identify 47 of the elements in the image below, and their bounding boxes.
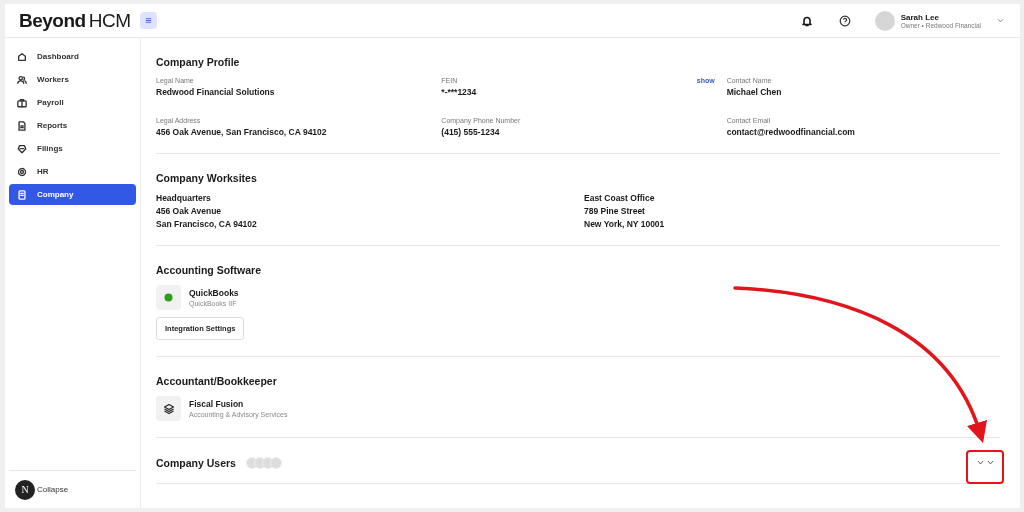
user-name: Sarah Lee xyxy=(900,12,940,22)
app-name: QuickBooks xyxy=(189,288,239,298)
address-line: 789 Pine Street xyxy=(584,206,646,216)
user-avatar xyxy=(245,456,258,469)
logo[interactable]: Beyond HCM xyxy=(19,9,131,32)
highlight-box xyxy=(966,450,1004,484)
address-line: East Coast Office xyxy=(584,193,656,203)
field-value: (415) 555-1234 xyxy=(441,127,501,137)
field-value: *-***1234 xyxy=(441,87,478,97)
collapse-link[interactable]: Collapse xyxy=(37,485,69,494)
nav-item[interactable]: Dashboard xyxy=(9,46,136,67)
section-title: Accounting Software xyxy=(156,264,262,276)
help-icon[interactable] xyxy=(838,14,851,27)
home-icon xyxy=(17,51,27,62)
menu-button[interactable] xyxy=(140,12,158,29)
address-line: 456 Oak Avenue xyxy=(156,206,223,216)
address-line: Headquarters xyxy=(156,193,212,203)
users-icon xyxy=(17,74,27,85)
dev-badge[interactable]: N xyxy=(15,479,35,500)
section-title: Company Users xyxy=(156,456,236,469)
bell-icon[interactable] xyxy=(800,14,813,27)
section-title: Company Worksites xyxy=(156,172,258,184)
nav-item[interactable]: HR xyxy=(9,161,136,182)
chevron-down-icon[interactable] xyxy=(997,18,1004,23)
field-value: contact@redwoodfinancial.com xyxy=(726,127,856,137)
section-title: Company Profile xyxy=(156,56,241,68)
nav-item[interactable]: Workers xyxy=(9,69,136,90)
gem-icon xyxy=(17,143,27,154)
nav-item[interactable]: Payroll xyxy=(9,92,136,113)
building-icon xyxy=(17,189,27,200)
layers-icon xyxy=(162,402,175,415)
briefcase-icon xyxy=(17,97,27,108)
address-line: New York, NY 10001 xyxy=(584,219,666,229)
document-icon xyxy=(17,120,27,131)
field-value: 456 Oak Avenue, San Francisco, CA 94102 xyxy=(156,127,328,137)
field-value: Michael Chen xyxy=(726,87,783,97)
nav-item[interactable]: Company xyxy=(9,184,136,205)
nav-item[interactable]: Filings xyxy=(9,138,136,159)
app-logo-icon xyxy=(164,293,173,302)
address-line: San Francisco, CA 94102 xyxy=(156,219,258,229)
field-value: Redwood Financial Solutions xyxy=(156,87,276,97)
settings-icon xyxy=(17,166,27,177)
nav-item[interactable]: Reports xyxy=(9,115,136,136)
avatar xyxy=(874,10,895,31)
menu-icon xyxy=(144,16,154,25)
section-title: Accountant/Bookkeeper xyxy=(156,375,278,387)
app-name: Fiscal Fusion xyxy=(189,399,245,409)
